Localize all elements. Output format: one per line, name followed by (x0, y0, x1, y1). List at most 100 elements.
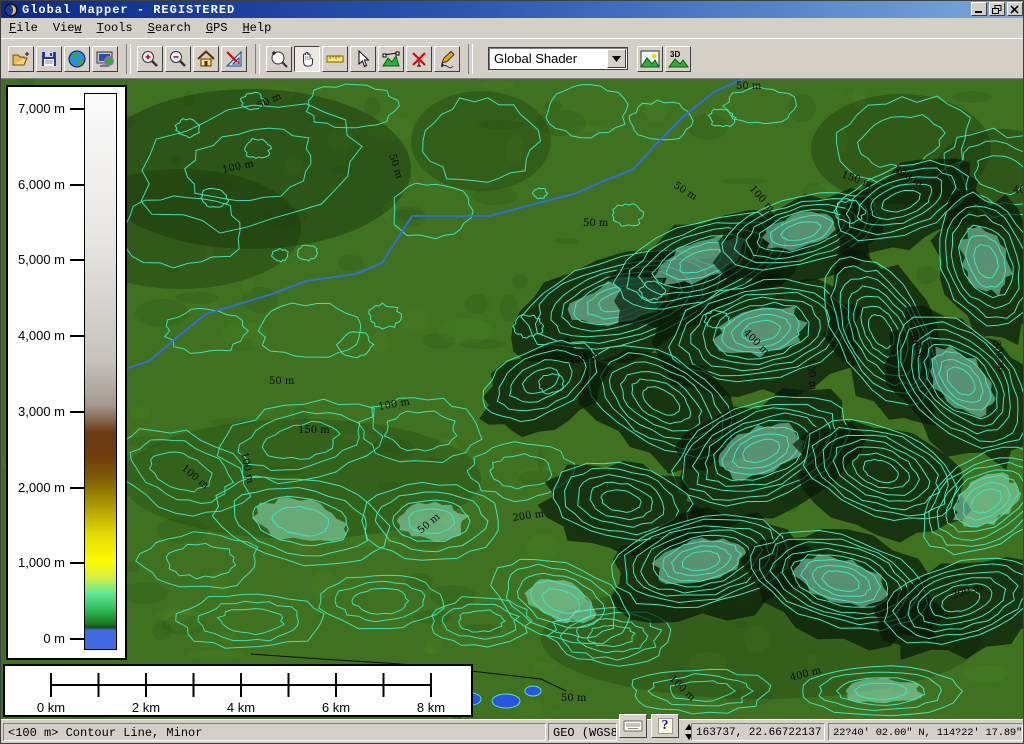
zoom-in-icon (140, 49, 160, 69)
shader-select[interactable]: Global Shader (488, 47, 628, 70)
legend-tick-mark (70, 411, 85, 413)
toolbar-separator (468, 44, 473, 74)
legend-tick-mark (70, 487, 85, 489)
help-button[interactable]: ? (651, 714, 679, 738)
measure-tool-button[interactable] (322, 46, 348, 72)
path-profile-icon (381, 49, 401, 69)
legend-tick-mark (70, 259, 85, 261)
dropdown-arrow-icon[interactable] (607, 49, 626, 68)
pencil-icon (437, 49, 457, 69)
window-title: Global Mapper - REGISTERED (22, 3, 235, 17)
status-feature-info: <100 m> Contour Line, Minor (3, 723, 546, 741)
open-button[interactable] (8, 46, 34, 72)
legend-tick-label: 7,000 m (12, 101, 65, 116)
zoom-out-button[interactable] (165, 46, 191, 72)
hand-icon (297, 49, 317, 69)
globe-icon (67, 49, 87, 69)
elevation-legend: 7,000 m 6,000 m 5,000 m 4,000 m 3,000 m 2,000… (6, 85, 127, 660)
view-shed-button[interactable] (406, 46, 432, 72)
select-tool-button[interactable] (350, 46, 376, 72)
legend-tick-label: 6,000 m (12, 177, 65, 192)
magnifier-icon (269, 49, 289, 69)
legend-tick-mark (70, 638, 85, 640)
keyboard-button[interactable] (619, 714, 647, 738)
save-button[interactable] (36, 46, 62, 72)
close-icon (1010, 5, 1020, 14)
status-latlon: 22?40' 02.00" N, 114?22' 17.89" E (828, 723, 1023, 741)
save-floppy-icon (39, 49, 59, 69)
scale-label: 6 km (322, 700, 350, 715)
elevation-gradient-bar (84, 93, 117, 650)
path-profile-button[interactable] (378, 46, 404, 72)
title-bar: Global Mapper - REGISTERED (1, 1, 1024, 18)
legend-tick-label: 2,000 m (12, 480, 65, 495)
legend-tick-mark (70, 184, 85, 186)
contour-label: 400 (1013, 185, 1024, 196)
close-button[interactable] (1007, 2, 1023, 16)
scale-label: 4 km (227, 700, 255, 715)
legend-tick-mark (70, 108, 85, 110)
menu-bar: File View Tools Search GPS Help (1, 18, 1024, 38)
status-bar: <100 m> Contour Line, Minor GEO (WGS84 ?… (1, 719, 1024, 744)
monitor-globe-icon (95, 49, 115, 69)
3d-view-icon: 3D (667, 48, 689, 70)
help-icon: ? (658, 718, 673, 734)
antenna-x-icon (409, 49, 429, 69)
status-coordinates: 163737, 22.66722137 ) (691, 723, 825, 741)
scale-label: 8 km (417, 700, 445, 715)
setsquare-pencil-icon (224, 49, 244, 69)
legend-tick-label: 0 m (12, 631, 65, 646)
contour-label: 50 m (736, 81, 762, 92)
scale-label: 0 km (37, 700, 65, 715)
terrain-svg: 50 m100 m50 m50 m50 m150 m100 m100 m100 … (1, 79, 1024, 719)
shader-select-value: Global Shader (489, 51, 607, 66)
status-projection: GEO (WGS84 (548, 723, 617, 741)
zoom-out-icon (168, 49, 188, 69)
legend-tick-label: 3,000 m (12, 404, 65, 419)
toolbar: Global Shader 3D (1, 38, 1024, 79)
full-view-button[interactable] (193, 46, 219, 72)
toolbar-separator (255, 44, 260, 74)
app-icon (4, 3, 18, 17)
menu-item-file[interactable]: File (9, 21, 38, 35)
3d-label: 3D (670, 50, 680, 59)
menu-item-gps[interactable]: GPS (206, 21, 228, 35)
legend-tick-mark (70, 335, 85, 337)
contour-label: 50 m (583, 218, 609, 229)
3d-view-button[interactable]: 3D (665, 46, 691, 72)
menu-item-search[interactable]: Search (148, 21, 191, 35)
scale-label: 2 km (132, 700, 160, 715)
ruler-icon (325, 49, 345, 69)
zoom-tool-button[interactable] (266, 46, 292, 72)
contour-label: 50 m (269, 376, 295, 387)
contour-label: 150 m (298, 425, 330, 436)
restore-icon (992, 5, 1002, 14)
legend-tick-mark (70, 562, 85, 564)
menu-item-tools[interactable]: Tools (97, 21, 133, 35)
map-canvas[interactable]: 50 m100 m50 m50 m50 m150 m100 m100 m100 … (1, 79, 1024, 719)
online-data-button[interactable] (64, 46, 90, 72)
minimize-icon (974, 5, 984, 14)
pan-tool-button[interactable] (294, 46, 320, 72)
menu-item-help[interactable]: Help (242, 21, 271, 35)
menu-item-view[interactable]: View (53, 21, 82, 35)
home-icon (196, 49, 216, 69)
open-folder-icon (11, 49, 31, 69)
toolbar-separator (126, 44, 131, 74)
legend-tick-label: 4,000 m (12, 328, 65, 343)
map-layout-button[interactable] (221, 46, 247, 72)
scale-bar-svg: 0 km 2 km 4 km 6 km 8 km (5, 666, 471, 715)
scale-bar: 0 km 2 km 4 km 6 km 8 km (3, 664, 473, 717)
configuration-button[interactable] (92, 46, 118, 72)
legend-tick-label: 5,000 m (12, 252, 65, 267)
landscape-image-icon (640, 49, 660, 69)
restore-button[interactable] (989, 2, 1005, 16)
minimize-button[interactable] (971, 2, 987, 16)
contour-label: 50 m (561, 693, 587, 704)
arrow-cursor-icon (353, 49, 373, 69)
app-window: Global Mapper - REGISTERED File View Tools… (0, 0, 1024, 744)
digitizer-tool-button[interactable] (434, 46, 460, 72)
zoom-in-button[interactable] (137, 46, 163, 72)
texture-map-button[interactable] (637, 46, 663, 72)
legend-tick-label: 1,000 m (12, 555, 65, 570)
